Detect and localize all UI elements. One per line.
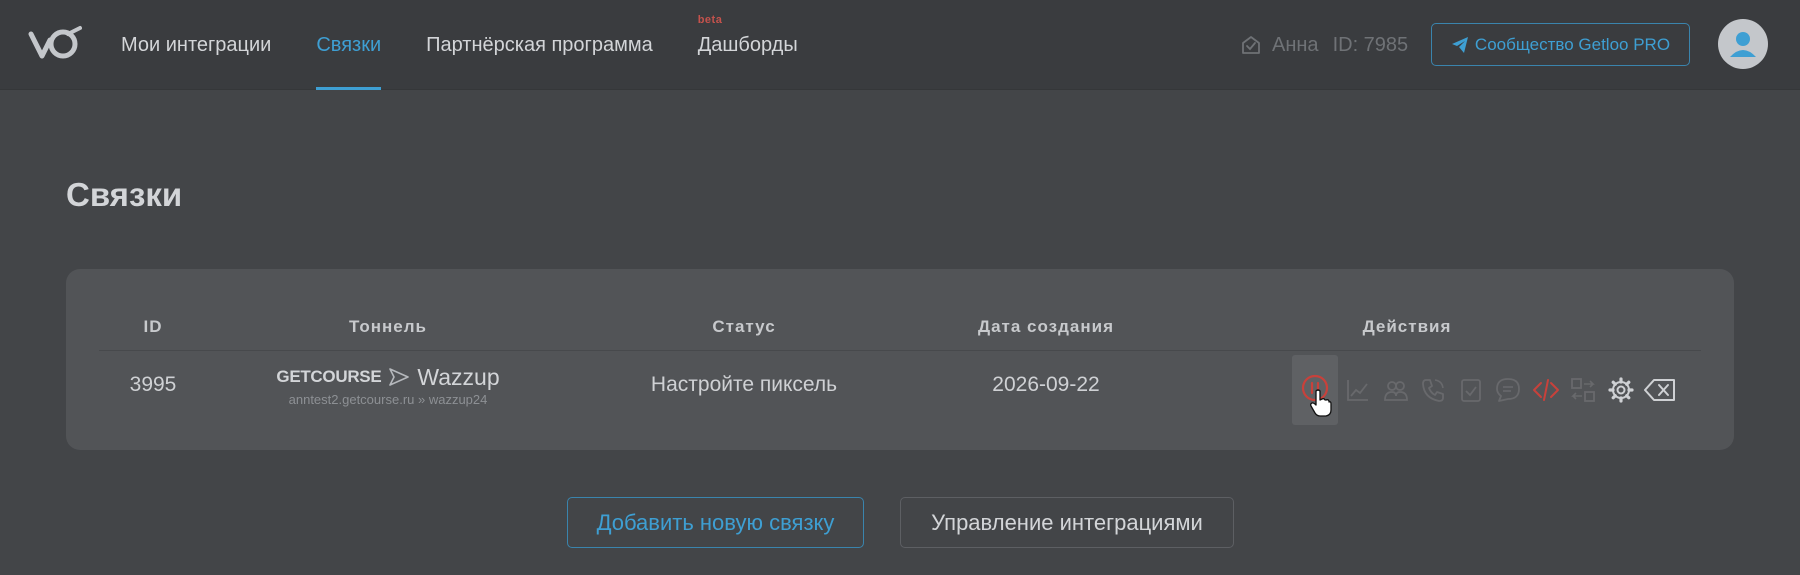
bundles-table: ID Тоннель Статус Дата создания Действия… <box>66 269 1734 450</box>
nav-dashboards[interactable]: beta Дашборды <box>698 0 798 90</box>
tasks-button[interactable] <box>1453 372 1489 408</box>
chat-button[interactable] <box>1490 372 1526 408</box>
column-header-created: Дата создания <box>977 317 1115 336</box>
swap-icon <box>1571 378 1595 402</box>
hand-cursor-icon <box>1310 389 1332 417</box>
header-divider <box>99 350 1701 351</box>
chart-icon <box>1347 380 1368 401</box>
tunnel-subtitle: anntest2.getcourse.ru » wazzup24 <box>288 392 488 407</box>
task-check-icon <box>1460 379 1481 402</box>
pixel-code-button[interactable] <box>1528 372 1564 408</box>
code-icon <box>1532 379 1559 401</box>
row-status: Настройте пиксель <box>650 373 838 396</box>
page-title: Связки <box>66 176 183 213</box>
community-button[interactable]: Сообщество Getloo PRO <box>1431 23 1690 66</box>
row-tunnel[interactable]: GETCOURSE Wazzup anntest2.getcourse.ru »… <box>258 362 518 408</box>
manage-integrations-label: Управление интеграциями <box>931 509 1203 535</box>
user-id: ID: 7985 <box>1332 33 1409 56</box>
user-icon <box>1730 32 1756 57</box>
nav-my-integrations[interactable]: Мои интеграции <box>121 0 271 90</box>
nav-bundles[interactable]: Связки <box>316 0 381 90</box>
row-created-date: 2026-09-22 <box>992 373 1100 396</box>
column-header-tunnel: Тоннель <box>349 317 427 336</box>
nav-partner-program[interactable]: Партнёрская программа <box>426 0 653 90</box>
users-button[interactable] <box>1378 372 1414 408</box>
logo-icon[interactable] <box>28 24 82 64</box>
chat-icon <box>1496 378 1520 402</box>
row-actions <box>1292 355 1682 425</box>
mail-check-icon <box>1242 36 1260 54</box>
gear-icon <box>1607 377 1634 403</box>
phone-icon <box>1422 379 1444 402</box>
column-header-id: ID <box>143 317 163 336</box>
nav-label: Связки <box>316 33 382 56</box>
delete-icon <box>1644 379 1675 401</box>
avatar[interactable] <box>1718 19 1768 69</box>
community-button-label: Сообщество Getloo PRO <box>1474 34 1671 54</box>
settings-button[interactable] <box>1603 372 1639 408</box>
nav-label: Партнёрская программа <box>426 33 653 56</box>
tunnel-source: GETCOURSE <box>276 367 382 386</box>
transfer-button[interactable] <box>1565 372 1601 408</box>
nav-label: Дашборды <box>697 33 798 56</box>
manage-integrations-button[interactable]: Управление интеграциями <box>900 497 1234 548</box>
top-header: Мои интеграции Связки Партнёрская програ… <box>0 0 1800 90</box>
user-info: Анна ID: 7985 <box>1240 0 1408 90</box>
users-icon <box>1383 381 1408 401</box>
add-bundle-button[interactable]: Добавить новую связку <box>567 497 864 548</box>
add-bundle-label: Добавить новую связку <box>596 509 835 535</box>
nav-label: Мои интеграции <box>121 33 272 56</box>
pause-button[interactable] <box>1292 355 1338 425</box>
arrow-right-icon <box>389 368 410 386</box>
tunnel-target: Wazzup <box>417 363 500 390</box>
row-id: 3995 <box>129 373 177 396</box>
main-nav: Мои интеграции Связки Партнёрская програ… <box>121 0 843 90</box>
delete-button[interactable] <box>1640 372 1680 408</box>
user-name: Анна <box>1272 33 1319 56</box>
telegram-icon <box>1451 36 1468 53</box>
calls-button[interactable] <box>1415 372 1451 408</box>
column-header-actions: Действия <box>1362 317 1452 336</box>
beta-badge: beta <box>697 14 723 26</box>
stats-button[interactable] <box>1340 372 1376 408</box>
column-header-status: Статус <box>712 317 776 336</box>
